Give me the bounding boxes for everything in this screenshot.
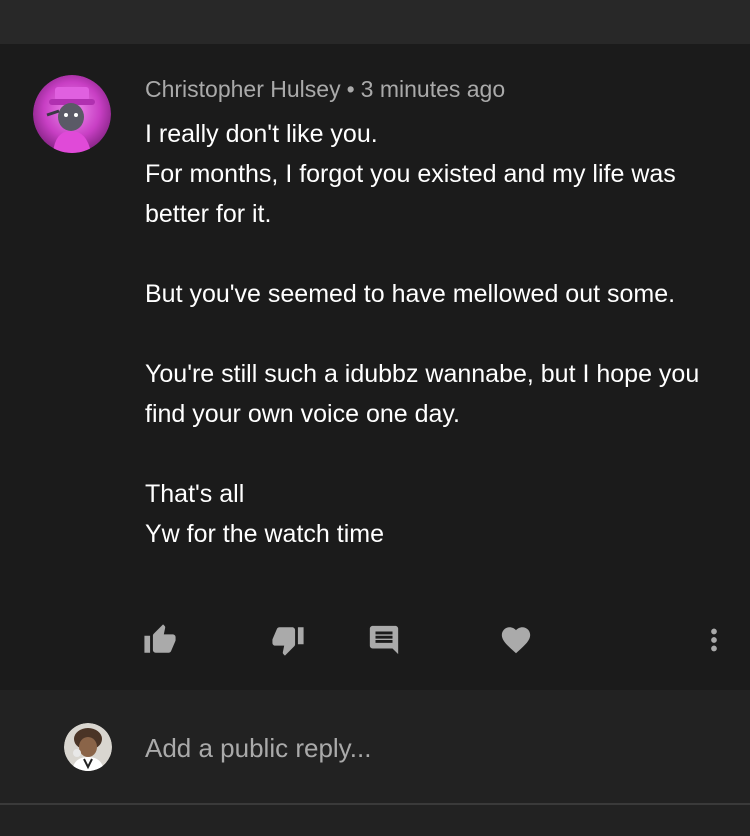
- comment-author[interactable]: Christopher Hulsey: [145, 76, 341, 102]
- creator-heart-button[interactable]: [496, 622, 536, 662]
- comment-line: You're still such a idubbz wannabe, but …: [145, 360, 700, 428]
- reply-bar: [0, 690, 750, 804]
- reply-button[interactable]: [364, 622, 404, 662]
- comment-actions: [0, 622, 750, 662]
- thumb-up-icon: [143, 623, 177, 662]
- more-vert-icon: [697, 623, 731, 662]
- more-options-button[interactable]: [694, 622, 734, 662]
- meta-separator: •: [346, 76, 355, 102]
- comment-line: That's all: [145, 480, 245, 508]
- comment-line: Yw for the watch time: [145, 520, 384, 548]
- heart-icon: [499, 623, 533, 662]
- bottom-strip: [0, 805, 750, 836]
- reply-input[interactable]: [145, 728, 705, 768]
- comment-line: I really don't like you.: [145, 120, 378, 148]
- comment-card: Christopher Hulsey • 3 minutes ago I reall…: [0, 44, 750, 690]
- comment-timestamp[interactable]: 3 minutes ago: [361, 76, 505, 102]
- comment-meta: Christopher Hulsey • 3 minutes ago: [145, 76, 505, 103]
- comment-line: But you've seemed to have mellowed out s…: [145, 280, 676, 308]
- comment-text: I really don't like you. For months, I f…: [145, 114, 725, 554]
- comment-line: For months, I forgot you existed and my …: [145, 160, 676, 228]
- like-button[interactable]: [140, 622, 180, 662]
- dislike-button[interactable]: [268, 622, 308, 662]
- user-avatar[interactable]: [64, 723, 112, 771]
- comment-icon: [367, 623, 401, 662]
- commenter-avatar[interactable]: [33, 75, 111, 153]
- thumb-down-icon: [271, 623, 305, 662]
- top-strip: [0, 0, 750, 44]
